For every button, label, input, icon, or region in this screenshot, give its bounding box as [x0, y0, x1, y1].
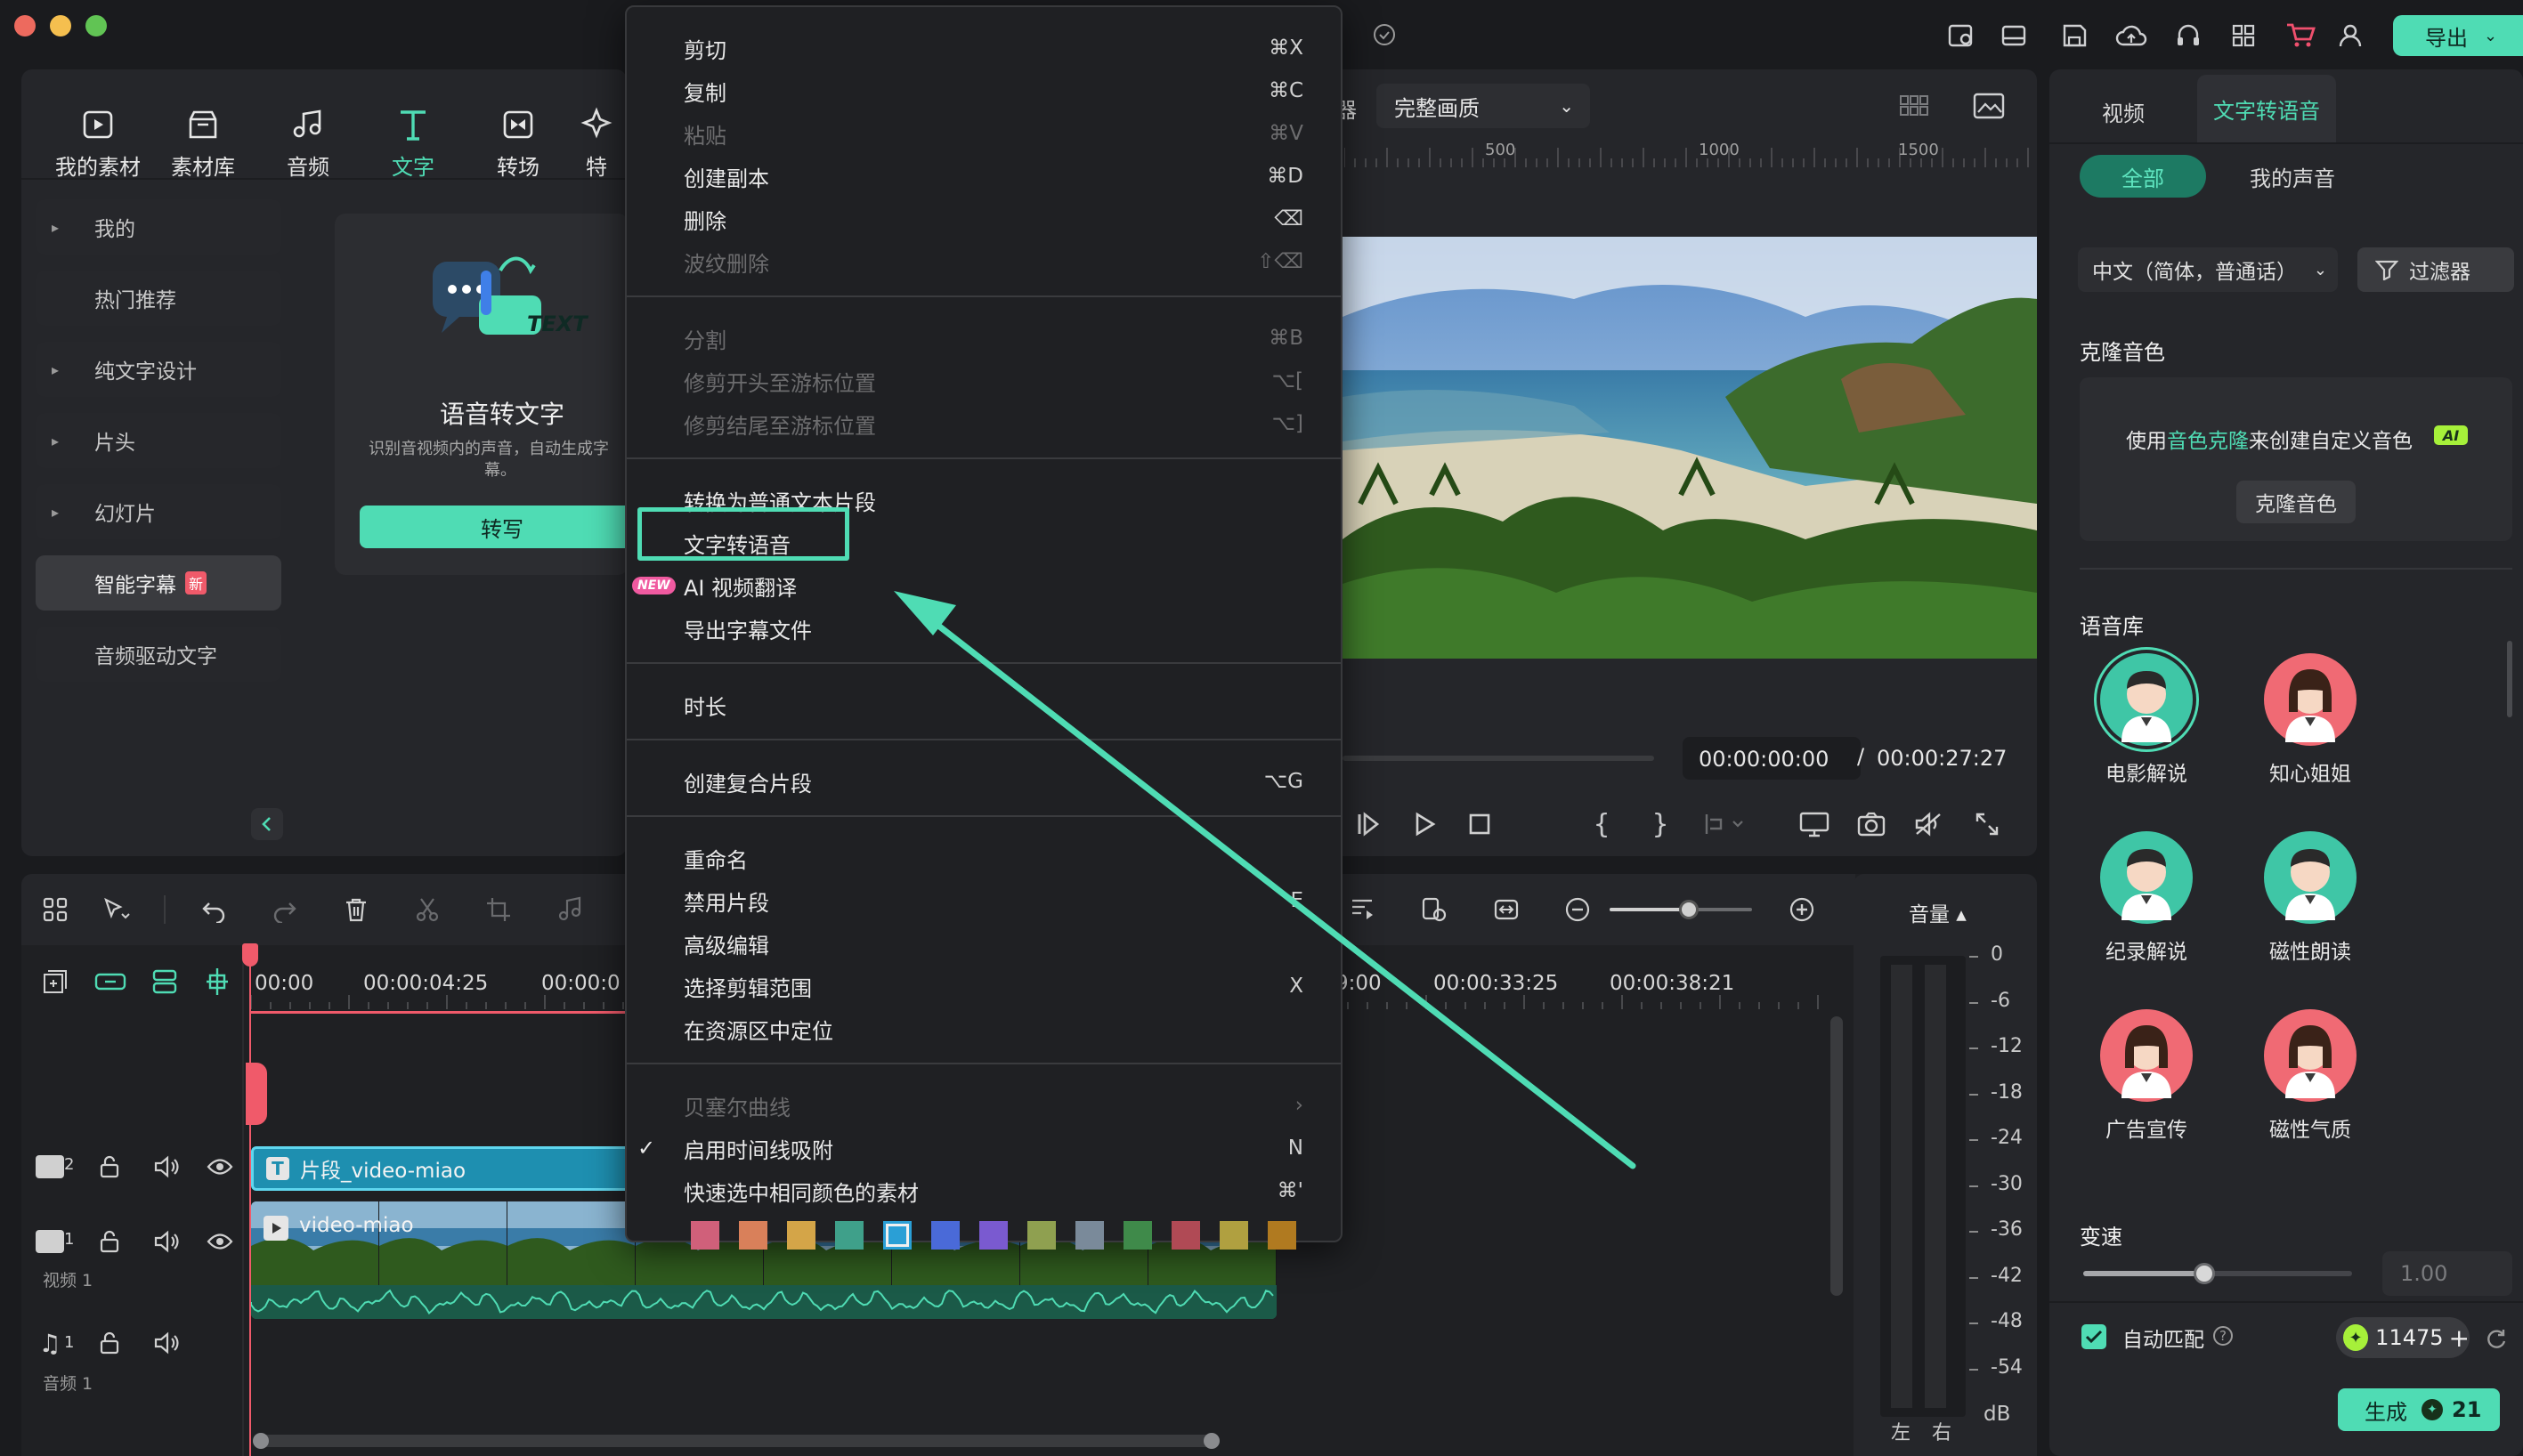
annotation-arrow-icon — [894, 591, 1636, 1169]
